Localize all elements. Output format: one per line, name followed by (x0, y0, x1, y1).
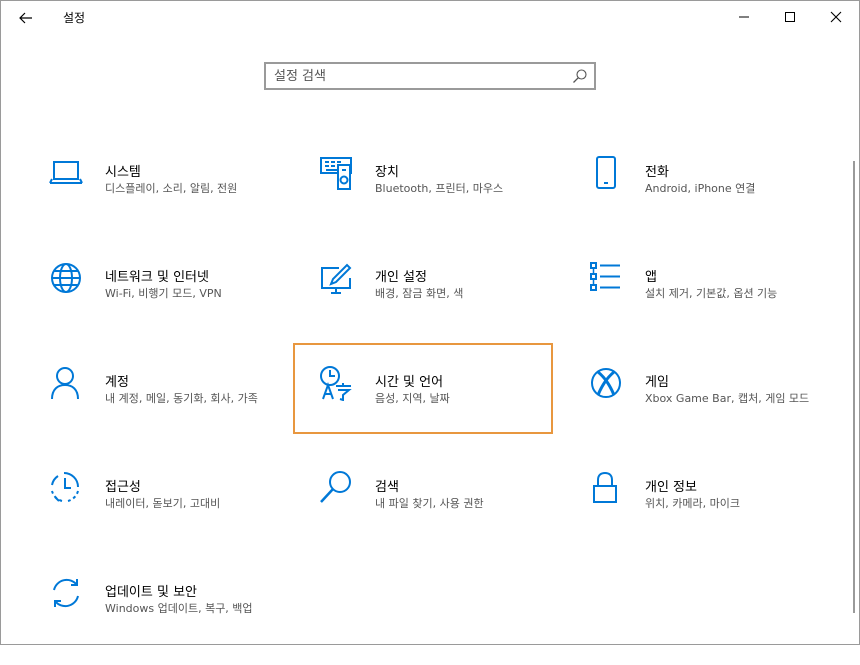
tile-title: 업데이트 및 보안 (105, 585, 197, 600)
xbox-icon (591, 368, 621, 398)
settings-search-box[interactable] (264, 62, 596, 90)
tile-title: 장치 (375, 165, 399, 180)
lock-icon (593, 471, 617, 503)
person-icon (51, 367, 79, 400)
close-button[interactable] (813, 1, 859, 33)
tile-system[interactable]: 시스템 디스플레이, 소리, 알림, 전원 (49, 155, 309, 245)
tile-update-security[interactable]: 업데이트 및 보안 Windows 업데이트, 복구, 백업 (49, 575, 309, 665)
maximize-icon (785, 12, 795, 22)
tile-title: 검색 (375, 480, 399, 495)
tile-description: Bluetooth, 프린터, 마우스 (375, 182, 504, 195)
tile-title: 게임 (645, 375, 669, 390)
tile-privacy[interactable]: 개인 정보 위치, 카메라, 마이크 (589, 470, 849, 560)
tile-title: 네트워크 및 인터넷 (105, 270, 209, 285)
ease-of-access-icon (51, 472, 79, 502)
personalization-icon (321, 263, 352, 294)
tile-description: 위치, 카메라, 마이크 (645, 497, 740, 510)
settings-window: 설정 시스템 디스 (0, 0, 860, 645)
phone-icon (596, 156, 616, 189)
scrollbar[interactable] (853, 161, 855, 613)
tile-description: 음성, 지역, 날짜 (375, 392, 450, 405)
search-icon (320, 471, 351, 503)
time-language-icon (320, 366, 352, 401)
tile-description: Android, iPhone 연결 (645, 182, 756, 195)
tile-apps[interactable]: 앱 설치 제거, 기본값, 옵션 기능 (589, 260, 849, 350)
tile-title: 시간 및 언어 (375, 375, 444, 390)
tile-time-language[interactable]: 시간 및 언어 음성, 지역, 날짜 (293, 343, 553, 434)
minimize-button[interactable] (721, 1, 767, 33)
tile-personalization[interactable]: 개인 설정 배경, 잠금 화면, 색 (319, 260, 579, 350)
tile-title: 시스템 (105, 165, 141, 180)
tile-title: 개인 정보 (645, 480, 697, 495)
tile-description: 디스플레이, 소리, 알림, 전원 (105, 182, 238, 195)
tile-title: 앱 (645, 270, 657, 285)
search-icon[interactable] (572, 68, 588, 84)
tile-description: Windows 업데이트, 복구, 백업 (105, 602, 253, 615)
sync-icon (53, 578, 79, 608)
window-title: 설정 (63, 11, 86, 25)
tile-description: 배경, 잠금 화면, 색 (375, 287, 464, 300)
devices-icon (320, 157, 352, 190)
tile-gaming[interactable]: 게임 Xbox Game Bar, 캡처, 게임 모드 (589, 365, 849, 455)
laptop-icon (49, 161, 83, 184)
globe-icon (51, 263, 81, 293)
tile-devices[interactable]: 장치 Bluetooth, 프린터, 마우스 (319, 155, 579, 245)
back-button[interactable] (9, 5, 43, 31)
tile-description: 내 파일 찾기, 사용 권한 (375, 497, 484, 510)
tile-network[interactable]: 네트워크 및 인터넷 Wi-Fi, 비행기 모드, VPN (49, 260, 309, 350)
tile-ease-of-access[interactable]: 접근성 내레이터, 돋보기, 고대비 (49, 470, 309, 560)
close-icon (830, 11, 842, 23)
maximize-button[interactable] (767, 1, 813, 33)
tile-phone[interactable]: 전화 Android, iPhone 연결 (589, 155, 849, 245)
tile-accounts[interactable]: 계정 내 계정, 메일, 동기화, 회사, 가족 (49, 365, 309, 455)
back-arrow-icon (19, 12, 32, 24)
search-input[interactable] (274, 67, 564, 85)
tile-description: Wi-Fi, 비행기 모드, VPN (105, 287, 222, 300)
tile-title: 접근성 (105, 480, 141, 495)
tile-description: Xbox Game Bar, 캡처, 게임 모드 (645, 392, 810, 405)
tile-description: 내 계정, 메일, 동기화, 회사, 가족 (105, 392, 258, 405)
tile-title: 계정 (105, 375, 129, 390)
title-bar: 설정 (1, 1, 859, 33)
tile-title: 개인 설정 (375, 270, 427, 285)
tile-description: 설치 제거, 기본값, 옵션 기능 (645, 287, 778, 300)
tile-title: 전화 (645, 165, 669, 180)
apps-list-icon (590, 262, 620, 291)
tile-description: 내레이터, 돋보기, 고대비 (105, 497, 221, 510)
minimize-icon (739, 16, 749, 18)
tile-search[interactable]: 검색 내 파일 찾기, 사용 권한 (319, 470, 579, 560)
